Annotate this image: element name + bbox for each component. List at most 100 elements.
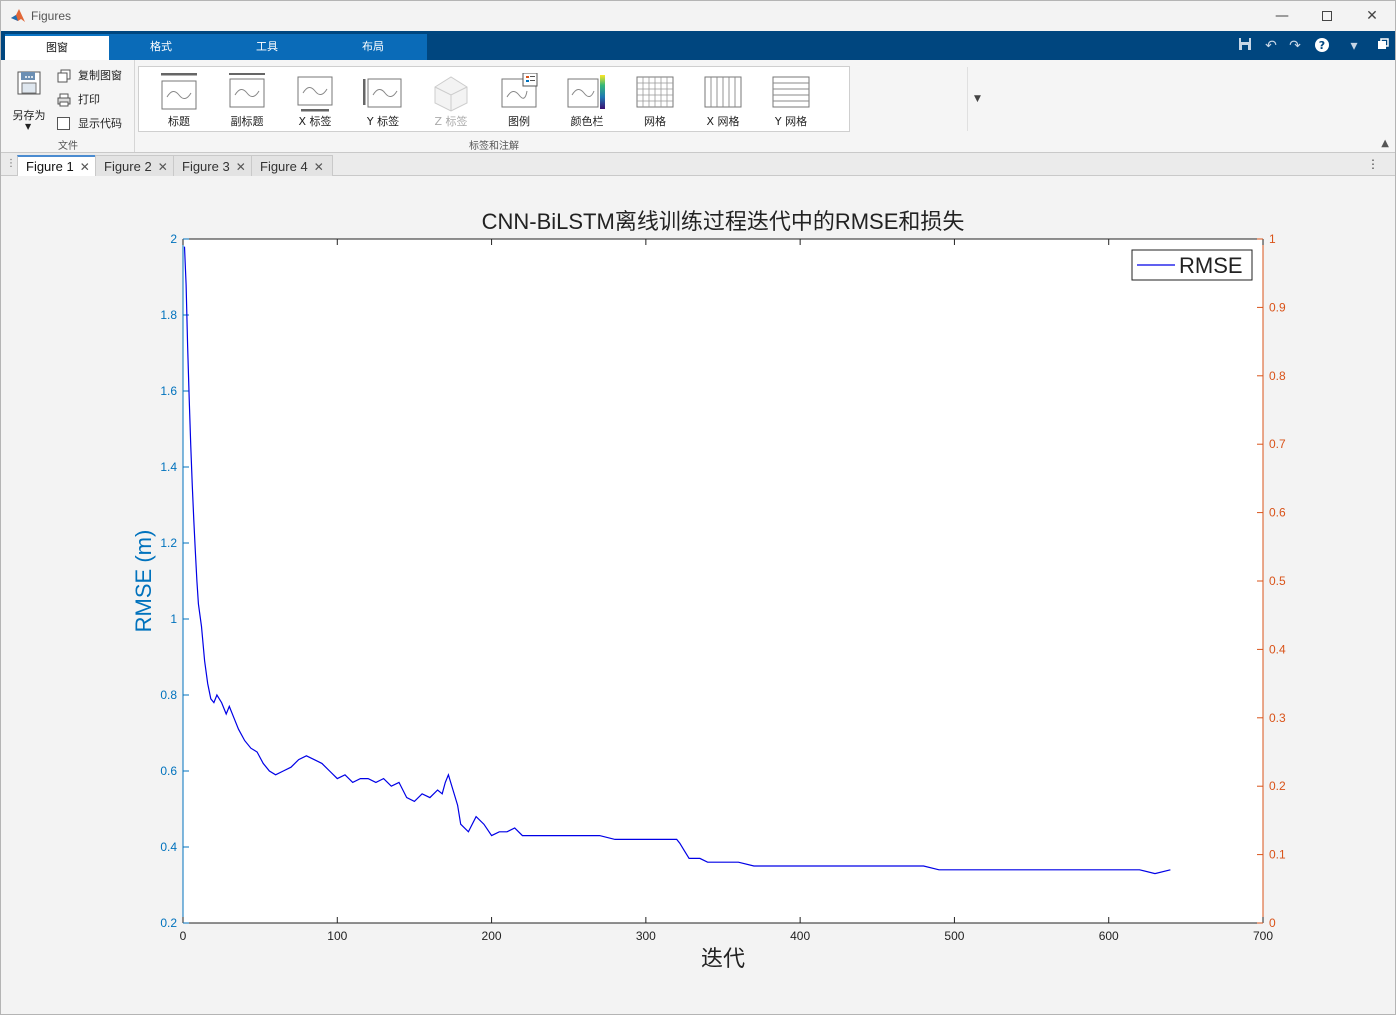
x-tick-label: 200 xyxy=(482,929,502,943)
zlabel-button[interactable]: Z 标签 xyxy=(417,67,485,131)
y-tick-label: 1.4 xyxy=(160,460,177,474)
x-tick-label: 300 xyxy=(636,929,656,943)
annotation-section-label: 标签和注解 xyxy=(469,141,519,152)
show-code-checkbox[interactable]: 显示代码 xyxy=(57,114,122,134)
y-axis-label: RMSE (m) xyxy=(131,530,156,633)
help-icon[interactable]: ? xyxy=(1313,37,1331,55)
x-tick-label: 0 xyxy=(180,929,187,943)
grid-label: 网格 xyxy=(644,115,666,128)
tab-figure-2[interactable]: Figure 2 ✕ xyxy=(95,155,177,176)
tab-figure-3[interactable]: Figure 3 ✕ xyxy=(173,155,255,176)
maximize-button[interactable] xyxy=(1304,1,1350,31)
xlabel-icon xyxy=(297,76,333,112)
ygrid-button[interactable]: Y 网格 xyxy=(757,67,825,131)
save-as-icon xyxy=(17,71,41,95)
y2-tick-label: 0.3 xyxy=(1269,711,1286,725)
undo-icon[interactable]: ↶ xyxy=(1262,37,1280,55)
x-tick-label: 500 xyxy=(944,929,964,943)
y2-tick-label: 0.5 xyxy=(1269,574,1286,588)
figures-window: Figures — ✕ 图窗 格式 工具 布局 ↶ ↷ ? ▾ 另存为 ▼ 复制… xyxy=(0,0,1396,1015)
tab-label: Figure 3 xyxy=(182,159,230,174)
colorbar-icon xyxy=(567,75,605,109)
title-label: 标题 xyxy=(168,115,190,128)
ygrid-icon xyxy=(772,76,810,108)
save-icon[interactable] xyxy=(1236,37,1254,55)
plot-area xyxy=(183,239,1263,923)
copy-figure-label: 复制图窗 xyxy=(78,69,122,82)
figure-canvas[interactable]: CNN-BiLSTM离线训练过程迭代中的RMSE和损失 0 100 200 300 40… xyxy=(1,176,1395,1014)
y-tick-label: 0.6 xyxy=(160,764,177,778)
maximize-icon xyxy=(1322,11,1332,21)
print-label: 打印 xyxy=(78,93,100,106)
y2-tick-label: 0.6 xyxy=(1269,506,1286,520)
annotations-gallery: 标题 副标题 X 标签 Y 标签 Z 标签 图例 颜色栏 网格 X 网格 Y 网… xyxy=(138,66,981,132)
gallery-dropdown-button[interactable]: ▼ xyxy=(967,67,987,131)
file-section-label: 文件 xyxy=(58,141,78,152)
y-tick-label: 1.6 xyxy=(160,384,177,398)
tab-format[interactable]: 格式 xyxy=(109,34,213,60)
toolstrip: 另存为 ▼ 复制图窗 打印 显示代码 文件 标题 副标题 X 标签 Y 标签 Z… xyxy=(1,60,1395,153)
xgrid-label: X 网格 xyxy=(706,115,740,128)
svg-text:?: ? xyxy=(1319,39,1325,52)
xlabel-label: X 标签 xyxy=(298,115,332,128)
redo-icon[interactable]: ↷ xyxy=(1286,37,1304,55)
window-title: Figures xyxy=(31,9,72,23)
more-options-icon[interactable]: ⋮ xyxy=(1367,157,1379,171)
grid-button[interactable]: 网格 xyxy=(621,67,689,131)
y2-tick-label: 0.7 xyxy=(1269,437,1286,451)
y-tick-label: 0.8 xyxy=(160,688,177,702)
xlabel-button[interactable]: X 标签 xyxy=(281,67,349,131)
tab-tools[interactable]: 工具 xyxy=(215,34,319,60)
y2-tick-label: 0.4 xyxy=(1269,642,1286,656)
minimize-button[interactable]: — xyxy=(1259,1,1305,31)
y2-tick-label: 1 xyxy=(1269,232,1276,246)
copy-figure-button[interactable]: 复制图窗 xyxy=(57,66,122,86)
xgrid-button[interactable]: X 网格 xyxy=(689,67,757,131)
tab-label: Figure 1 xyxy=(26,159,74,174)
drag-handle-icon[interactable]: ⋮ xyxy=(6,158,16,169)
ribbon-tab-strip: 图窗 格式 工具 布局 ↶ ↷ ? ▾ xyxy=(1,31,1395,60)
title-button[interactable]: 标题 xyxy=(145,67,213,131)
legend-button[interactable]: 图例 xyxy=(485,67,553,131)
tab-layout[interactable]: 布局 xyxy=(321,34,425,60)
y2-tick-label: 0 xyxy=(1269,916,1276,930)
x-tick-label: 100 xyxy=(327,929,347,943)
ylabel-button[interactable]: Y 标签 xyxy=(349,67,417,131)
collapse-toolstrip-icon[interactable]: ▲ xyxy=(1381,138,1389,149)
tab-figure-4[interactable]: Figure 4 ✕ xyxy=(251,155,333,176)
tab-label: Figure 2 xyxy=(104,159,152,174)
tab-label: Figure 4 xyxy=(260,159,308,174)
undock-icon[interactable] xyxy=(1374,37,1392,55)
subtitle-label: 副标题 xyxy=(230,115,264,128)
save-as-label: 另存为 xyxy=(12,109,46,122)
legend-icon xyxy=(501,73,538,108)
save-as-button[interactable]: 另存为 ▼ xyxy=(7,66,51,132)
ylabel-icon xyxy=(363,78,402,108)
chevron-down-icon: ▼ xyxy=(974,94,981,104)
print-button[interactable]: 打印 xyxy=(57,90,100,110)
close-tab-icon[interactable]: ✕ xyxy=(80,160,90,174)
close-window-button[interactable]: ✕ xyxy=(1349,1,1395,31)
close-tab-icon[interactable]: ✕ xyxy=(314,160,324,174)
colorbar-button[interactable]: 颜色栏 xyxy=(553,67,621,131)
legend-label: 图例 xyxy=(508,115,530,128)
legend-entry-rmse: RMSE xyxy=(1179,253,1243,278)
y-tick-label: 2 xyxy=(170,232,177,246)
y2-tick-label: 0.2 xyxy=(1269,779,1286,793)
chart-title: CNN-BiLSTM离线训练过程迭代中的RMSE和损失 xyxy=(482,209,965,234)
close-tab-icon[interactable]: ✕ xyxy=(158,160,168,174)
subtitle-button[interactable]: 副标题 xyxy=(213,67,281,131)
y2-tick-label: 0.9 xyxy=(1269,300,1286,314)
grid-icon xyxy=(636,76,674,108)
tab-figure-1[interactable]: Figure 1 ✕ xyxy=(17,155,99,176)
ylabel-label: Y 标签 xyxy=(366,115,400,128)
y2-tick-label: 0.1 xyxy=(1269,848,1286,862)
chart-legend[interactable]: RMSE xyxy=(1131,249,1253,281)
file-section: 另存为 ▼ 复制图窗 打印 显示代码 文件 xyxy=(1,60,135,152)
quick-access-dropdown-icon[interactable]: ▾ xyxy=(1345,37,1363,55)
close-tab-icon[interactable]: ✕ xyxy=(236,160,246,174)
x-tick-label: 400 xyxy=(790,929,810,943)
y-tick-label: 1 xyxy=(170,612,177,626)
tab-figure[interactable]: 图窗 xyxy=(5,34,109,60)
printer-icon xyxy=(57,93,71,107)
